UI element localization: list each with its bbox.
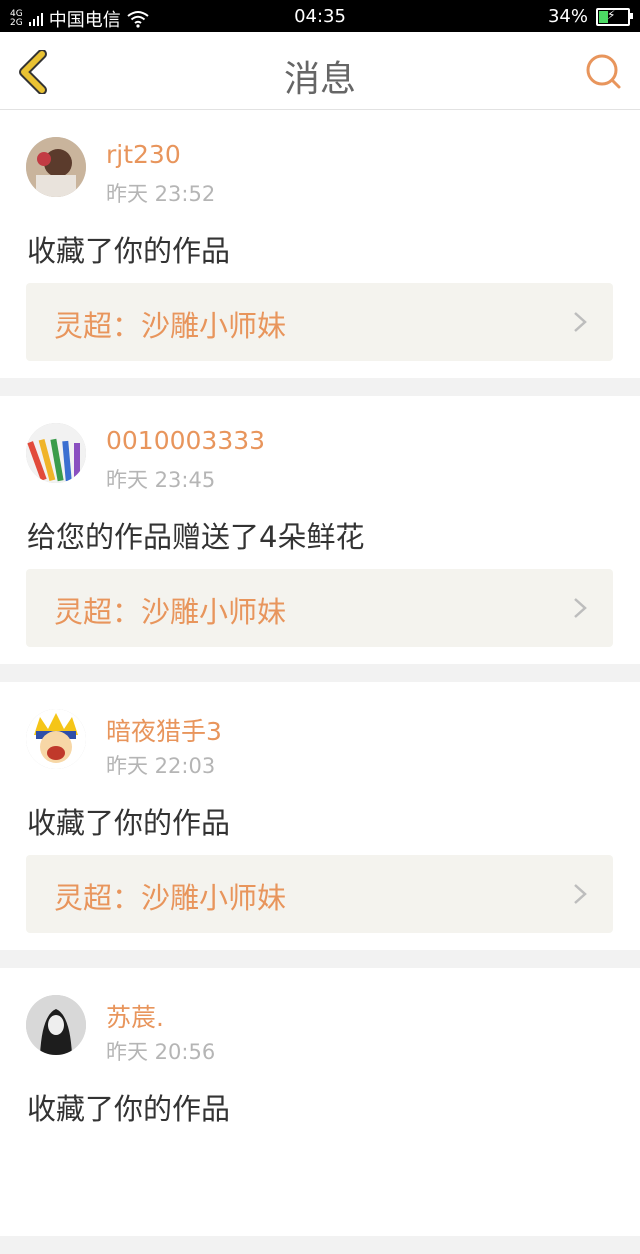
avatar[interactable] bbox=[26, 995, 86, 1055]
avatar-image bbox=[26, 423, 86, 483]
message-text: 收藏了你的作品 bbox=[27, 234, 231, 268]
avatar-image bbox=[26, 709, 86, 769]
message-text: 收藏了你的作品 bbox=[27, 1092, 231, 1126]
work-title: 灵超：沙雕小师妹 bbox=[54, 309, 287, 343]
status-time: 04:35 bbox=[294, 6, 346, 27]
username[interactable]: 0010003333 bbox=[106, 426, 265, 455]
message-time: 昨天 22:03 bbox=[106, 754, 216, 778]
status-bar: 4G 2G 中国电信 04:35 34% ⚡ bbox=[0, 0, 640, 32]
header: 消息 bbox=[0, 32, 640, 110]
battery-icon: ⚡ bbox=[596, 7, 633, 26]
avatar[interactable] bbox=[26, 709, 86, 769]
message-text: 给您的作品赠送了4朵鲜花 bbox=[27, 520, 365, 554]
message-text: 收藏了你的作品 bbox=[27, 806, 231, 840]
username[interactable]: rjt230 bbox=[106, 140, 181, 169]
battery-percent: 34% bbox=[547, 6, 588, 27]
message-list: rjt230 昨天 23:52 收藏了你的作品 灵超：沙雕小师妹 0010003… bbox=[0, 110, 640, 1254]
avatar[interactable] bbox=[26, 137, 86, 197]
page-title: 消息 bbox=[283, 59, 356, 100]
message-card: 暗夜猎手3 昨天 22:03 收藏了你的作品 灵超：沙雕小师妹 bbox=[0, 682, 640, 950]
message-card: 0010003333 昨天 23:45 给您的作品赠送了4朵鲜花 灵超：沙雕小师… bbox=[0, 396, 640, 664]
search-icon bbox=[586, 54, 621, 89]
chevron-right-icon bbox=[574, 598, 587, 618]
status-right: 34% ⚡ bbox=[547, 6, 633, 27]
work-link[interactable]: 灵超：沙雕小师妹 bbox=[26, 855, 613, 933]
search-button[interactable] bbox=[584, 52, 624, 92]
message-time: 昨天 23:45 bbox=[106, 468, 216, 492]
message-card: rjt230 昨天 23:52 收藏了你的作品 灵超：沙雕小师妹 bbox=[0, 110, 640, 378]
message-time: 昨天 20:56 bbox=[106, 1040, 216, 1064]
chevron-right-icon bbox=[574, 884, 587, 904]
avatar-image bbox=[26, 995, 86, 1055]
username[interactable]: 苏莀. bbox=[106, 998, 164, 1034]
chevron-right-icon bbox=[574, 312, 587, 332]
avatar[interactable] bbox=[26, 423, 86, 483]
work-title: 灵超：沙雕小师妹 bbox=[54, 881, 287, 915]
message-time: 昨天 23:52 bbox=[106, 182, 216, 206]
work-link[interactable]: 灵超：沙雕小师妹 bbox=[26, 283, 613, 361]
work-link[interactable]: 灵超：沙雕小师妹 bbox=[26, 569, 613, 647]
avatar-image bbox=[26, 137, 86, 197]
username[interactable]: 暗夜猎手3 bbox=[106, 712, 222, 748]
work-title: 灵超：沙雕小师妹 bbox=[54, 595, 287, 629]
message-card: 苏莀. 昨天 20:56 收藏了你的作品 bbox=[0, 968, 640, 1236]
